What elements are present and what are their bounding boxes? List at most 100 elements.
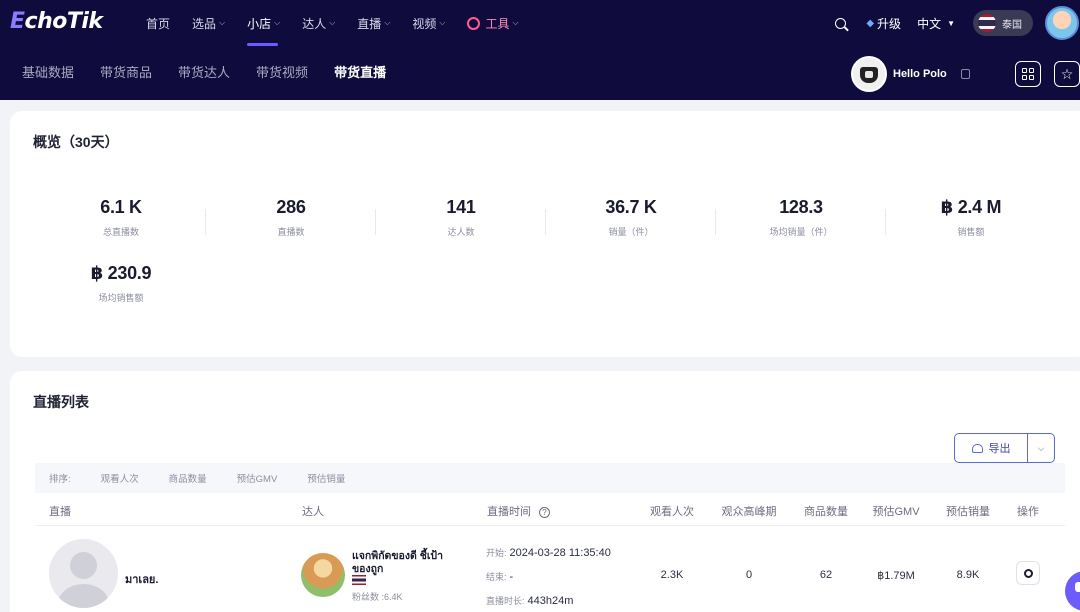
metric-avg-revenue: ฿ 230.9 场均销售额 bbox=[36, 263, 206, 304]
echotik-logo[interactable]: EchoTik bbox=[10, 9, 103, 34]
live-avatar[interactable] bbox=[49, 539, 118, 608]
column-header-influencer: 达人 bbox=[302, 506, 324, 518]
sort-gmv[interactable]: 预估GMV bbox=[237, 471, 278, 485]
metric-avg-sales: 128.3 场均销量（件） bbox=[716, 197, 886, 238]
live-duration: 直播时长: 443h24m bbox=[486, 594, 573, 607]
cell-sales: 8.9K bbox=[956, 569, 980, 581]
cell-gmv: ฿1.79M bbox=[877, 570, 915, 582]
sort-views[interactable]: 观看人次 bbox=[101, 471, 139, 485]
column-header-label: 直播时间 bbox=[487, 506, 531, 518]
upgrade-label: 升级 bbox=[877, 16, 902, 31]
overview-card: 概览（30天） 6.1 K 总直播数 286 直播数 141 达人数 36.7 … bbox=[10, 111, 1080, 357]
column-header-gmv[interactable]: 预估GMV bbox=[861, 503, 931, 519]
sort-bar: 排序: 观看人次 商品数量 预估GMV 预估销量 bbox=[35, 463, 1065, 493]
influencer-name[interactable]: แจกพิกัดของดี ชี้เป้าของถูก bbox=[352, 550, 452, 576]
column-header-views[interactable]: 观看人次 bbox=[637, 503, 707, 519]
metric-value: 128.3 bbox=[779, 197, 823, 217]
cell-peak: 0 bbox=[745, 569, 753, 581]
metric-sales-volume: 36.7 K 销量（件） bbox=[546, 197, 716, 238]
metric-label: 直播数 bbox=[277, 227, 305, 237]
export-dropdown-button[interactable]: ⌵ bbox=[1028, 434, 1054, 462]
tab-videos[interactable]: 带货视频 bbox=[256, 62, 308, 100]
diamond-icon: ◆ bbox=[866, 17, 875, 29]
duration-value: 443h24m bbox=[527, 595, 574, 607]
shop-logo bbox=[851, 56, 887, 92]
star-icon: ☆ bbox=[1060, 66, 1074, 82]
fans-label: 粉丝数 : bbox=[352, 592, 385, 602]
favorite-button[interactable]: ☆ bbox=[1054, 61, 1080, 87]
nav-label: 视频 bbox=[412, 16, 437, 31]
row-action-button[interactable] bbox=[1016, 561, 1040, 585]
column-header-actions: 操作 bbox=[1017, 506, 1039, 518]
tab-influencers[interactable]: 带货达人 bbox=[178, 62, 230, 100]
end-label: 结束: bbox=[486, 572, 507, 582]
nav-home[interactable]: 首页 bbox=[146, 0, 170, 46]
tools-icon bbox=[467, 16, 481, 30]
header-divider bbox=[35, 525, 1065, 526]
export-button[interactable]: 导出 bbox=[955, 434, 1028, 462]
metric-value: 36.7 K bbox=[605, 197, 657, 217]
copy-icon[interactable] bbox=[960, 69, 970, 79]
live-name[interactable]: มาเลย. bbox=[125, 570, 158, 588]
top-header: EchoTik 首页 选品 ⌵ 小店 ⌵ 达人 ⌵ 直播 ⌵ 视频 ⌵ 工具 ⌵ ◆ 升级 中… bbox=[0, 0, 1080, 100]
cell-views: 2.3K bbox=[660, 569, 684, 581]
chevron-down-icon: ⌵ bbox=[329, 18, 336, 27]
qr-code-button[interactable] bbox=[1015, 61, 1041, 87]
nav-tools[interactable]: 工具 ⌵ bbox=[467, 0, 519, 46]
chevron-down-icon: ⌵ bbox=[512, 18, 519, 27]
nav-video[interactable]: 视频 ⌵ bbox=[412, 0, 445, 46]
nav-label: 选品 bbox=[192, 16, 217, 31]
help-icon[interactable]: ? bbox=[539, 507, 550, 518]
upgrade-button[interactable]: ◆ 升级 bbox=[866, 15, 901, 32]
cell-products: 62 bbox=[819, 569, 833, 581]
fans-value: 6.4K bbox=[384, 592, 403, 602]
influencer-avatar[interactable] bbox=[301, 553, 345, 597]
shop-name: Hello Polo bbox=[893, 68, 947, 80]
column-header-peak: 观众高峰期 bbox=[721, 506, 777, 518]
sort-products[interactable]: 商品数量 bbox=[169, 471, 207, 485]
metric-influencers: 141 达人数 bbox=[376, 197, 546, 238]
metric-label: 场均销售额 bbox=[98, 293, 144, 303]
metric-label: 场均销量（件） bbox=[769, 227, 833, 237]
nav-influencer[interactable]: 达人 ⌵ bbox=[302, 0, 335, 46]
nav-home-label: 首页 bbox=[146, 16, 171, 31]
sort-sales[interactable]: 预估销量 bbox=[307, 471, 345, 485]
end-value: - bbox=[509, 571, 514, 583]
nav-label: 达人 bbox=[302, 16, 327, 31]
metric-value: 286 bbox=[276, 197, 306, 217]
cloud-upload-icon bbox=[971, 443, 983, 453]
chevron-down-icon: ⌵ bbox=[439, 18, 446, 27]
column-header-products[interactable]: 商品数量 bbox=[791, 503, 861, 519]
nav-label: 工具 bbox=[485, 16, 510, 31]
search-icon[interactable] bbox=[835, 17, 847, 29]
metric-value: 141 bbox=[446, 197, 476, 217]
user-avatar[interactable] bbox=[1045, 6, 1079, 40]
column-header-sales[interactable]: 预估销量 bbox=[933, 503, 1003, 519]
tab-products[interactable]: 带货商品 bbox=[100, 62, 152, 100]
country-select[interactable]: 泰国 bbox=[973, 10, 1033, 36]
shop-sub-tabs: 基础数据 带货商品 带货达人 带货视频 带货直播 bbox=[22, 62, 412, 100]
thailand-flag-icon bbox=[352, 575, 366, 585]
nav-shop[interactable]: 小店 ⌵ bbox=[247, 0, 280, 46]
column-header-live-time: 直播时间? bbox=[487, 503, 550, 519]
tab-basic-data[interactable]: 基础数据 bbox=[22, 62, 74, 100]
language-select[interactable]: 中文 ▼ bbox=[917, 15, 955, 32]
shop-info: Hello Polo bbox=[851, 56, 970, 92]
metric-label: 销量（件） bbox=[608, 227, 654, 237]
start-label: 开始: bbox=[486, 548, 507, 558]
ring-icon bbox=[1023, 568, 1033, 578]
column-header-live: 直播 bbox=[49, 506, 71, 518]
caret-down-icon: ▼ bbox=[947, 18, 955, 28]
chevron-down-icon: ⌵ bbox=[1037, 442, 1045, 453]
chevron-down-icon: ⌵ bbox=[219, 18, 226, 27]
tab-live[interactable]: 带货直播 bbox=[334, 62, 386, 100]
thailand-flag-icon bbox=[978, 14, 996, 32]
start-value: 2024-03-28 11:35:40 bbox=[509, 547, 611, 559]
nav-label: 小店 bbox=[247, 16, 272, 31]
metric-label: 销售额 bbox=[957, 227, 985, 237]
nav-live[interactable]: 直播 ⌵ bbox=[357, 0, 390, 46]
duration-label: 直播时长: bbox=[486, 596, 525, 606]
language-label: 中文 bbox=[917, 16, 942, 31]
nav-product-selection[interactable]: 选品 ⌵ bbox=[192, 0, 225, 46]
chevron-down-icon: ⌵ bbox=[384, 18, 391, 27]
